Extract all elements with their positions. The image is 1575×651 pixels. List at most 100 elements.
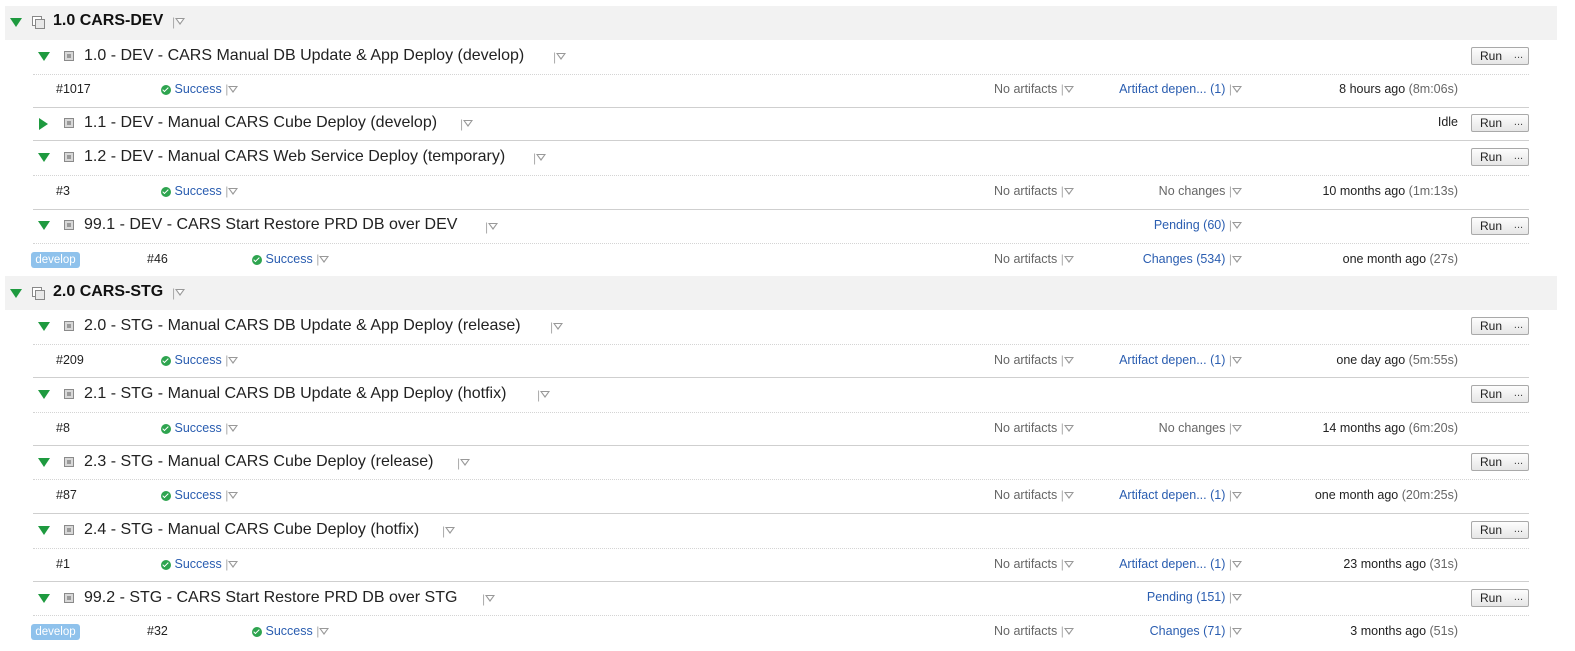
run-options-button[interactable]: ...: [1509, 453, 1529, 471]
artifacts-link[interactable]: No artifacts |: [994, 421, 1074, 435]
triangle-down-icon[interactable]: [38, 52, 50, 61]
run-button[interactable]: Run: [1471, 317, 1511, 335]
changes-link[interactable]: Artifact depen... (1) |: [1119, 82, 1242, 96]
dropdown-arrow-icon[interactable]: [228, 85, 239, 94]
run-options-button[interactable]: ...: [1509, 148, 1529, 166]
artifacts-link[interactable]: No artifacts |: [994, 353, 1074, 367]
dropdown-arrow-icon[interactable]: [556, 52, 567, 61]
branch-badge[interactable]: develop: [31, 252, 80, 268]
build-type-name[interactable]: 1.2 - DEV - Manual CARS Web Service Depl…: [84, 148, 505, 166]
dropdown-arrow-icon[interactable]: [228, 424, 239, 433]
dropdown-arrow-icon[interactable]: [460, 458, 471, 467]
artifacts-link[interactable]: No artifacts |: [994, 184, 1074, 198]
run-button[interactable]: Run: [1471, 589, 1511, 607]
build-status[interactable]: Success |: [161, 488, 239, 502]
project-menu[interactable]: |: [172, 284, 186, 302]
run-options-button[interactable]: ...: [1509, 217, 1529, 235]
build-status[interactable]: Success |: [161, 184, 239, 198]
dropdown-arrow-icon[interactable]: [553, 322, 564, 331]
dropdown-arrow-icon[interactable]: [1063, 356, 1074, 365]
run-button[interactable]: Run: [1471, 521, 1511, 539]
run-options-button[interactable]: ...: [1509, 589, 1529, 607]
build-status[interactable]: Success |: [161, 421, 239, 435]
changes-link[interactable]: Artifact depen... (1) |: [1119, 353, 1242, 367]
artifacts-link[interactable]: No artifacts |: [994, 488, 1074, 502]
dropdown-arrow-icon[interactable]: [1232, 627, 1242, 636]
project-title[interactable]: 2.0 CARS-STG: [53, 283, 163, 301]
triangle-down-icon[interactable]: [38, 221, 50, 230]
triangle-right-icon[interactable]: [39, 118, 48, 130]
dropdown-arrow-icon[interactable]: [536, 153, 547, 162]
dropdown-arrow-icon[interactable]: [1063, 491, 1074, 500]
run-options-button[interactable]: ...: [1509, 385, 1529, 403]
pending-changes-link[interactable]: Pending (151) |: [1147, 590, 1242, 604]
dropdown-arrow-icon[interactable]: [485, 594, 496, 603]
dropdown-arrow-icon[interactable]: [1232, 221, 1242, 230]
dropdown-arrow-icon[interactable]: [1232, 593, 1242, 602]
run-options-button[interactable]: ...: [1509, 317, 1529, 335]
build-type-menu[interactable]: |: [442, 522, 456, 540]
build-type-menu[interactable]: |: [550, 318, 564, 336]
run-button[interactable]: Run: [1471, 47, 1511, 65]
build-number[interactable]: #1: [56, 557, 70, 571]
dropdown-arrow-icon[interactable]: [1232, 424, 1242, 433]
dropdown-arrow-icon[interactable]: [228, 187, 239, 196]
build-number[interactable]: #32: [147, 624, 168, 638]
changes-link[interactable]: Artifact depen... (1) |: [1119, 488, 1242, 502]
dropdown-arrow-icon[interactable]: [228, 560, 239, 569]
dropdown-arrow-icon[interactable]: [1063, 187, 1074, 196]
dropdown-arrow-icon[interactable]: [1232, 356, 1242, 365]
dropdown-arrow-icon[interactable]: [228, 356, 239, 365]
build-type-menu[interactable]: |: [537, 386, 551, 404]
build-status[interactable]: Success |: [161, 557, 239, 571]
dropdown-arrow-icon[interactable]: [1063, 85, 1074, 94]
build-status[interactable]: Success |: [161, 82, 239, 96]
build-type-menu[interactable]: |: [553, 48, 567, 66]
dropdown-arrow-icon[interactable]: [1063, 424, 1074, 433]
dropdown-arrow-icon[interactable]: [463, 119, 474, 128]
run-options-button[interactable]: ...: [1509, 521, 1529, 539]
project-menu[interactable]: |: [172, 13, 186, 31]
triangle-down-icon[interactable]: [38, 526, 50, 535]
run-button[interactable]: Run: [1471, 385, 1511, 403]
dropdown-arrow-icon[interactable]: [1232, 560, 1242, 569]
build-type-menu[interactable]: |: [457, 454, 471, 472]
run-button[interactable]: Run: [1471, 217, 1511, 235]
artifacts-link[interactable]: No artifacts |: [994, 82, 1074, 96]
changes-link[interactable]: Artifact depen... (1) |: [1119, 557, 1242, 571]
triangle-down-icon[interactable]: [38, 390, 50, 399]
build-type-name[interactable]: 99.2 - STG - CARS Start Restore PRD DB o…: [84, 589, 457, 607]
triangle-down-icon[interactable]: [38, 458, 50, 467]
dropdown-arrow-icon[interactable]: [1063, 255, 1074, 264]
changes-link[interactable]: No changes |: [1159, 421, 1242, 435]
run-button[interactable]: Run: [1471, 453, 1511, 471]
build-status[interactable]: Success |: [252, 624, 330, 638]
triangle-down-icon[interactable]: [10, 289, 22, 298]
changes-link[interactable]: Changes (534) |: [1143, 252, 1242, 266]
triangle-down-icon[interactable]: [38, 322, 50, 331]
build-type-menu[interactable]: |: [533, 149, 547, 167]
changes-link[interactable]: No changes |: [1159, 184, 1242, 198]
pending-changes-link[interactable]: Pending (60) |: [1154, 218, 1242, 232]
build-number[interactable]: #87: [56, 488, 77, 502]
build-status[interactable]: Success |: [161, 353, 239, 367]
triangle-down-icon[interactable]: [38, 153, 50, 162]
branch-badge[interactable]: develop: [31, 624, 80, 640]
build-type-name[interactable]: 2.3 - STG - Manual CARS Cube Deploy (rel…: [84, 453, 433, 471]
dropdown-arrow-icon[interactable]: [228, 491, 239, 500]
dropdown-arrow-icon[interactable]: [1063, 627, 1074, 636]
build-number[interactable]: #46: [147, 252, 168, 266]
build-type-name[interactable]: 1.1 - DEV - Manual CARS Cube Deploy (dev…: [84, 114, 437, 132]
build-status[interactable]: Success |: [252, 252, 330, 266]
dropdown-arrow-icon[interactable]: [540, 390, 551, 399]
build-type-name[interactable]: 99.1 - DEV - CARS Start Restore PRD DB o…: [84, 216, 457, 234]
run-options-button[interactable]: ...: [1509, 114, 1529, 132]
build-number[interactable]: #8: [56, 421, 70, 435]
dropdown-arrow-icon[interactable]: [445, 526, 456, 535]
run-button[interactable]: Run: [1471, 114, 1511, 132]
artifacts-link[interactable]: No artifacts |: [994, 252, 1074, 266]
dropdown-arrow-icon[interactable]: [1232, 187, 1242, 196]
dropdown-arrow-icon[interactable]: [1232, 85, 1242, 94]
triangle-down-icon[interactable]: [38, 594, 50, 603]
project-title[interactable]: 1.0 CARS-DEV: [53, 12, 163, 30]
